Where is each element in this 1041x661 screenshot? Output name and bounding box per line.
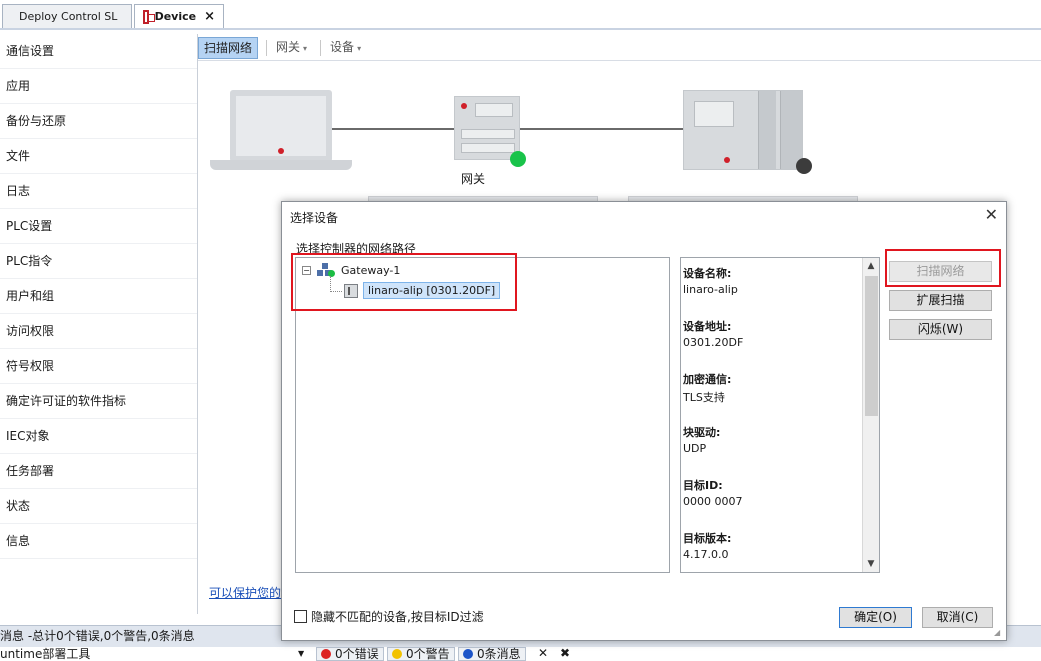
communication-toolbar: 扫描网络 网关 ▾ 设备 ▾ <box>198 35 1041 61</box>
tab-deploy-control[interactable]: Deploy Control SL <box>2 4 132 28</box>
nav-item-status[interactable]: 状态 <box>0 489 197 524</box>
info-label: 块驱动: <box>683 426 721 439</box>
info-label: 设备名称: <box>683 267 732 280</box>
nav-item-log[interactable]: 日志 <box>0 174 197 209</box>
device-menu-button[interactable]: 设备 ▾ <box>325 37 366 59</box>
info-value: 0301.20DF <box>683 336 744 349</box>
gateway-label: 网关 <box>461 172 486 186</box>
highlight-box <box>885 249 1001 287</box>
errors-filter[interactable]: 0个错误 <box>316 647 384 661</box>
chevron-down-icon: ▾ <box>357 43 362 53</box>
filter-checkbox-label: 隐藏不匹配的设备,按目标ID过滤 <box>311 610 484 624</box>
info-icon <box>463 649 473 659</box>
nav-item-task-deployment[interactable]: 任务部署 <box>0 454 197 489</box>
warnings-filter[interactable]: 0个警告 <box>387 647 455 661</box>
cancel-button[interactable]: 取消(C) <box>922 607 993 628</box>
nav-item-plc-settings[interactable]: PLC设置 <box>0 209 197 244</box>
link-line <box>520 128 684 130</box>
gateway-menu-label: 网关 <box>276 39 301 54</box>
online-status-icon <box>510 151 526 167</box>
chevron-down-icon[interactable]: ▼ <box>298 647 304 661</box>
plc-device-icon[interactable] <box>683 90 803 170</box>
tab-label: Deploy Control SL <box>19 10 118 23</box>
scroll-down-icon[interactable]: ▼ <box>863 556 879 572</box>
gateway-menu-button[interactable]: 网关 ▾ <box>271 37 312 59</box>
infos-count: 0条消息 <box>477 647 521 661</box>
link-line <box>332 128 456 130</box>
info-value: UDP <box>683 442 707 455</box>
info-value: linaro-alip <box>683 283 738 296</box>
info-label: 目标版本: <box>683 532 732 545</box>
nav-item-application[interactable]: 应用 <box>0 69 197 104</box>
clear-icon[interactable]: ✕ <box>538 646 548 660</box>
nav-item-iec-objects[interactable]: IEC对象 <box>0 419 197 454</box>
info-value: TLS支持 <box>683 391 725 404</box>
info-scrollbar[interactable]: ▲ ▼ <box>862 258 879 572</box>
scroll-thumb[interactable] <box>865 276 878 416</box>
protect-link[interactable]: 可以保护您的 <box>209 584 281 601</box>
nav-item-plc-shell[interactable]: PLC指令 <box>0 244 197 279</box>
nav-item-files[interactable]: 文件 <box>0 139 197 174</box>
close-icon[interactable]: ✕ <box>985 205 998 224</box>
errors-count: 0个错误 <box>335 647 379 661</box>
toolbar-separator <box>266 39 268 56</box>
nav-item-users-groups[interactable]: 用户和组 <box>0 279 197 314</box>
select-device-dialog: 选择设备 ✕ 选择控制器的网络路径 − Gateway-1 linaro-ali… <box>281 201 1007 641</box>
ok-button[interactable]: 确定(O) <box>839 607 912 628</box>
messages-status-bar: untime部署工具 ▼ 0个错误 0个警告 0条消息 ✕ ✖ <box>0 646 1041 661</box>
info-label: 设备地址: <box>683 320 732 333</box>
nav-item-symbol-rights[interactable]: 符号权限 <box>0 349 197 384</box>
dialog-title: 选择设备 <box>290 211 339 225</box>
error-icon <box>321 649 331 659</box>
info-label: 目标ID: <box>683 479 723 492</box>
tab-label: Device <box>154 10 197 23</box>
clear-all-icon[interactable]: ✖ <box>560 646 570 660</box>
info-label: 加密通信: <box>683 373 732 386</box>
device-editor-nav: 通信设置 应用 备份与还原 文件 日志 PLC设置 PLC指令 用户和组 访问权… <box>0 34 198 614</box>
close-tab-icon[interactable]: × <box>204 9 215 24</box>
tab-device[interactable]: Device × <box>134 4 224 28</box>
highlight-box <box>291 253 517 311</box>
extended-scan-button[interactable]: 扩展扫描 <box>889 290 992 311</box>
resize-grip-icon[interactable]: ◢ <box>994 628 1004 638</box>
scroll-up-icon[interactable]: ▲ <box>863 258 879 274</box>
wink-button[interactable]: 闪烁(W) <box>889 319 992 340</box>
toolbar-separator <box>320 39 322 56</box>
offline-status-icon <box>796 158 812 174</box>
nav-item-licensed-metrics[interactable]: 确定许可证的软件指标 <box>0 384 197 419</box>
message-source: untime部署工具 <box>0 647 91 661</box>
device-menu-label: 设备 <box>330 39 355 54</box>
nav-item-communication[interactable]: 通信设置 <box>0 34 197 69</box>
device-icon <box>143 9 155 24</box>
messages-summary: 消息 -总计0个错误,0个警告,0条消息 <box>0 629 195 643</box>
nav-item-access-rights[interactable]: 访问权限 <box>0 314 197 349</box>
scan-network-button[interactable]: 扫描网络 <box>198 36 259 59</box>
gateway-icon[interactable] <box>454 96 520 160</box>
info-value: 0000 0007 <box>683 495 743 508</box>
infos-filter[interactable]: 0条消息 <box>458 647 526 661</box>
warning-icon <box>392 649 402 659</box>
nav-item-information[interactable]: 信息 <box>0 524 197 559</box>
warnings-count: 0个警告 <box>406 647 450 661</box>
filter-checkbox[interactable] <box>294 610 307 623</box>
document-tab-strip: Deploy Control SL Device × <box>0 0 1041 30</box>
info-value: 4.17.0.0 <box>683 548 729 561</box>
chevron-down-icon: ▾ <box>303 43 308 53</box>
nav-item-backup-restore[interactable]: 备份与还原 <box>0 104 197 139</box>
device-info-panel: 设备名称: linaro-alip 设备地址: 0301.20DF 加密通信: … <box>680 257 880 573</box>
filter-option[interactable]: 隐藏不匹配的设备,按目标ID过滤 <box>294 608 484 625</box>
